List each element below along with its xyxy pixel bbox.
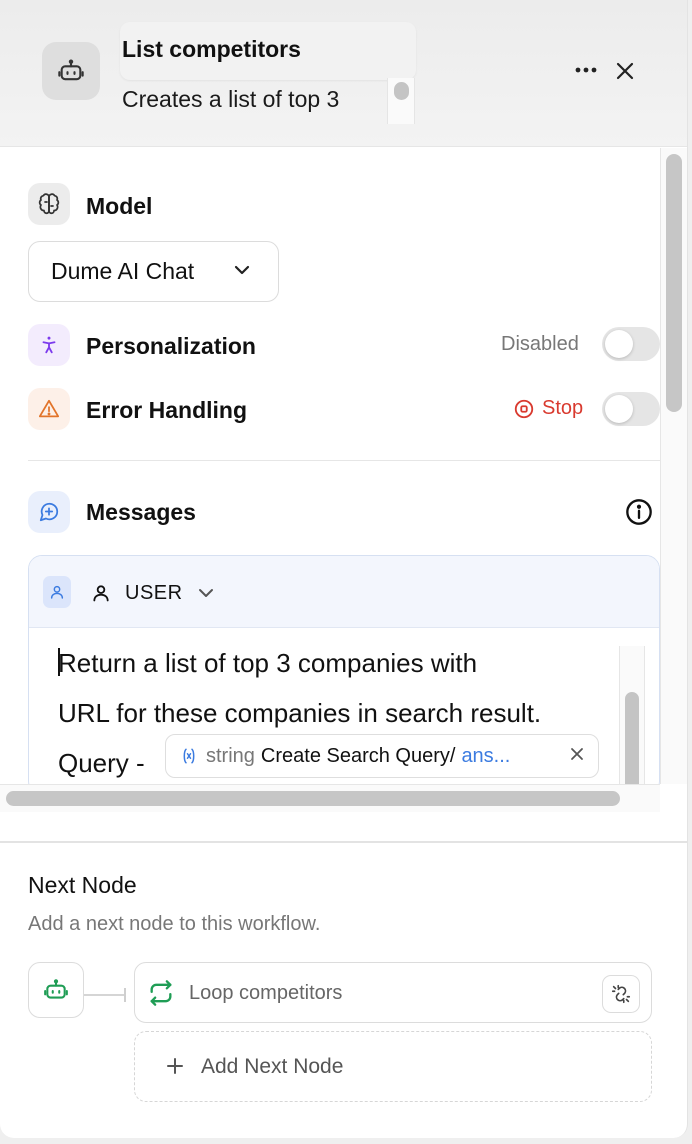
variable-type: string (206, 744, 255, 767)
message-scrollbar-thumb[interactable] (625, 692, 639, 794)
message-line-2: URL for these companies in search result… (58, 698, 542, 728)
panel-scroll-body: Model Dume AI Chat Personalization Disab… (0, 148, 687, 812)
robot-icon (44, 979, 68, 999)
section-divider (28, 460, 660, 461)
remove-variable-icon[interactable] (570, 747, 584, 761)
personalization-status: Disabled (501, 333, 579, 355)
chevron-down-icon (198, 589, 213, 597)
message-line-1: Return a list of top 3 companies with (58, 648, 478, 678)
model-selected-value: Dume AI Chat (51, 258, 195, 284)
node-title[interactable]: List competitors (122, 36, 301, 63)
robot-icon (42, 42, 100, 100)
model-label: Model (86, 193, 153, 219)
stop-circle-icon (514, 399, 534, 418)
current-node-icon (28, 962, 84, 1018)
loop-icon (150, 980, 172, 1006)
message-card: USER Return a list of top 3 companies wi… (28, 555, 660, 795)
close-icon (616, 62, 634, 80)
role-select[interactable]: USER (91, 578, 215, 608)
user-role-icon (43, 576, 71, 608)
info-icon (626, 499, 652, 525)
personalization-label: Personalization (86, 333, 256, 359)
variable-chip[interactable]: string Create Search Query/ ans... (165, 734, 599, 778)
chevron-down-icon (234, 265, 250, 275)
model-select[interactable]: Dume AI Chat (28, 241, 279, 302)
next-node-title: Next Node (28, 872, 137, 898)
variable-icon (183, 748, 195, 764)
linked-node-label: Loop competitors (189, 982, 343, 1004)
variable-field: ans... (461, 744, 511, 767)
unlink-icon (611, 984, 631, 1004)
description-scrollbar-thumb[interactable] (394, 82, 409, 100)
toggle-knob (605, 395, 633, 423)
node-settings-panel: List competitors Creates a list of top 3… (0, 0, 688, 1138)
add-next-node-button[interactable]: Add Next Node (134, 1031, 652, 1102)
variable-path: Create Search Query/ (260, 744, 456, 767)
error-handling-status-text: Stop (542, 397, 584, 419)
message-header: USER (29, 556, 659, 628)
linked-next-node[interactable]: Loop competitors (134, 962, 652, 1023)
messages-label: Messages (86, 499, 196, 525)
node-connector-cap (124, 988, 126, 1002)
node-description[interactable]: Creates a list of top 3 (122, 86, 339, 113)
more-options-button[interactable] (570, 56, 602, 84)
section-separator (0, 841, 687, 843)
panel-horizontal-scrollbar-thumb[interactable] (6, 791, 620, 806)
error-handling-status[interactable]: Stop (513, 397, 583, 420)
toggle-knob (605, 330, 633, 358)
unlink-node-button[interactable] (602, 975, 640, 1013)
warning-icon (28, 388, 70, 430)
add-next-node-label: Add Next Node (201, 1055, 344, 1078)
close-button[interactable] (610, 56, 640, 86)
personalization-toggle[interactable] (602, 327, 660, 361)
brain-icon (28, 183, 70, 225)
more-horizontal-icon (575, 67, 597, 73)
message-plus-icon (28, 491, 70, 533)
plus-icon (167, 1058, 183, 1074)
error-handling-label: Error Handling (86, 397, 248, 423)
user-icon (93, 585, 109, 602)
node-connector (84, 994, 126, 996)
role-label: USER (125, 581, 183, 604)
error-handling-toggle[interactable] (602, 392, 660, 426)
panel-header: List competitors Creates a list of top 3 (0, 0, 687, 147)
accessibility-icon (28, 324, 70, 366)
next-node-subtitle: Add a next node to this workflow. (28, 913, 321, 935)
info-button[interactable] (625, 498, 653, 531)
panel-vertical-scrollbar-thumb[interactable] (666, 154, 682, 412)
